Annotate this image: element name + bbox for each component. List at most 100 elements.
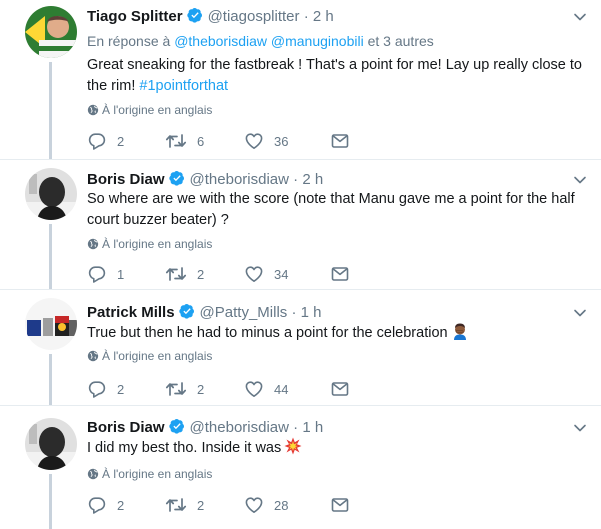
heart-icon — [244, 131, 264, 151]
timestamp[interactable]: · 1 h — [291, 304, 321, 321]
verified-badge-icon — [169, 418, 185, 434]
translate-label: À l'origine en anglais — [102, 237, 213, 251]
reply-icon — [87, 495, 107, 515]
tweet-header: Patrick Mills @Patty_Mills · 1 h — [87, 303, 321, 321]
thread-line — [49, 354, 52, 405]
retweet-button[interactable]: 6 — [165, 131, 204, 151]
tweet-1[interactable]: Tiago Splitter @tiagosplitter · 2 h En ré… — [0, 0, 601, 159]
retweet-icon — [165, 264, 187, 284]
reply-suffix[interactable]: et 3 autres — [368, 33, 434, 49]
direct-message-button[interactable] — [330, 379, 350, 399]
envelope-icon — [330, 264, 350, 284]
like-count: 44 — [274, 381, 289, 397]
envelope-icon — [330, 131, 350, 151]
tweet-2[interactable]: Boris Diaw @theborisdiaw · 2 h So where a… — [0, 160, 601, 289]
display-name[interactable]: Boris Diaw — [87, 171, 165, 188]
tweet-text: True but then he had to minus a point fo… — [87, 322, 592, 347]
verified-badge-icon — [169, 170, 185, 186]
tweet-body: True but then he had to minus a point fo… — [87, 325, 448, 341]
translate-link[interactable]: À l'origine en anglais — [87, 349, 212, 363]
tweet-text: Great sneaking for the fastbreak ! That'… — [87, 55, 592, 97]
thread-line — [49, 62, 52, 159]
tweet-text: I did my best tho. Inside it was — [87, 437, 592, 462]
chevron-down-icon[interactable] — [573, 306, 587, 320]
collision-emoji — [284, 437, 302, 462]
retweet-icon — [165, 495, 187, 515]
reply-button[interactable]: 2 — [87, 495, 124, 515]
reply-count: 2 — [117, 381, 125, 397]
translate-link[interactable]: À l'origine en anglais — [87, 237, 212, 251]
heart-icon — [244, 379, 264, 399]
timestamp[interactable]: · 2 h — [293, 171, 323, 188]
translate-link[interactable]: À l'origine en anglais — [87, 467, 212, 481]
thread-line — [49, 474, 52, 529]
verified-badge-icon — [187, 7, 203, 23]
avatar[interactable] — [25, 6, 77, 58]
like-button[interactable]: 44 — [244, 379, 288, 399]
chevron-down-icon[interactable] — [573, 10, 587, 24]
avatar[interactable] — [25, 298, 77, 350]
reply-prefix: En réponse à — [87, 33, 171, 49]
heart-icon — [244, 495, 264, 515]
heart-icon — [244, 264, 264, 284]
avatar[interactable] — [25, 418, 77, 470]
chevron-down-icon[interactable] — [573, 173, 587, 187]
display-name[interactable]: Tiago Splitter — [87, 8, 183, 25]
retweet-button[interactable]: 2 — [165, 379, 204, 399]
reply-icon — [87, 264, 107, 284]
direct-message-button[interactable] — [330, 264, 350, 284]
like-button[interactable]: 28 — [244, 495, 288, 515]
tweet-body: So where are we with the score (note tha… — [87, 191, 575, 228]
globe-icon — [87, 104, 99, 116]
avatar[interactable] — [25, 168, 77, 220]
hashtag-link[interactable]: #1pointforthat — [139, 78, 228, 94]
translate-label: À l'origine en anglais — [102, 349, 213, 363]
chevron-down-icon[interactable] — [573, 421, 587, 435]
tweet-body: I did my best tho. Inside it was — [87, 440, 282, 456]
translate-label: À l'origine en anglais — [102, 103, 213, 117]
retweet-button[interactable]: 2 — [165, 264, 204, 284]
envelope-icon — [330, 495, 350, 515]
like-button[interactable]: 36 — [244, 131, 288, 151]
retweet-icon — [165, 131, 187, 151]
translate-label: À l'origine en anglais — [102, 467, 213, 481]
globe-icon — [87, 350, 99, 362]
reply-count: 2 — [117, 497, 125, 513]
retweet-button[interactable]: 2 — [165, 495, 204, 515]
reply-button[interactable]: 2 — [87, 379, 124, 399]
like-count: 34 — [274, 266, 289, 282]
reply-icon — [87, 379, 107, 399]
direct-message-button[interactable] — [330, 495, 350, 515]
mention-link[interactable]: @manuginobili — [271, 33, 364, 49]
mention-link[interactable]: @theborisdiaw — [174, 33, 267, 49]
user-handle[interactable]: @theborisdiaw — [190, 419, 289, 436]
user-handle[interactable]: @theborisdiaw — [190, 171, 289, 188]
tweet-text: So where are we with the score (note tha… — [87, 189, 592, 231]
display-name[interactable]: Boris Diaw — [87, 419, 165, 436]
tweet-header: Boris Diaw @theborisdiaw · 1 h — [87, 418, 323, 436]
display-name[interactable]: Patrick Mills — [87, 304, 175, 321]
like-count: 28 — [274, 497, 289, 513]
verified-badge-icon — [179, 303, 195, 319]
globe-icon — [87, 468, 99, 480]
tweet-header: Tiago Splitter @tiagosplitter · 2 h — [87, 7, 334, 25]
user-handle[interactable]: @Patty_Mills — [200, 304, 288, 321]
tweet-4[interactable]: Boris Diaw @theborisdiaw · 1 h I did my b… — [0, 406, 601, 529]
thread-line — [49, 224, 52, 289]
reply-icon — [87, 131, 107, 151]
reply-button[interactable]: 1 — [87, 264, 124, 284]
direct-message-button[interactable] — [330, 131, 350, 151]
tweet-3[interactable]: Patrick Mills @Patty_Mills · 1 h True but… — [0, 290, 601, 405]
translate-link[interactable]: À l'origine en anglais — [87, 103, 212, 117]
globe-icon — [87, 238, 99, 250]
user-handle[interactable]: @tiagosplitter — [208, 8, 300, 25]
reply-count: 1 — [117, 266, 125, 282]
timestamp[interactable]: · 2 h — [304, 8, 334, 25]
retweet-count: 2 — [197, 497, 205, 513]
tweet-header: Boris Diaw @theborisdiaw · 2 h — [87, 170, 323, 188]
like-button[interactable]: 34 — [244, 264, 288, 284]
timestamp[interactable]: · 1 h — [293, 419, 323, 436]
retweet-count: 2 — [197, 381, 205, 397]
retweet-icon — [165, 379, 187, 399]
reply-button[interactable]: 2 — [87, 131, 124, 151]
